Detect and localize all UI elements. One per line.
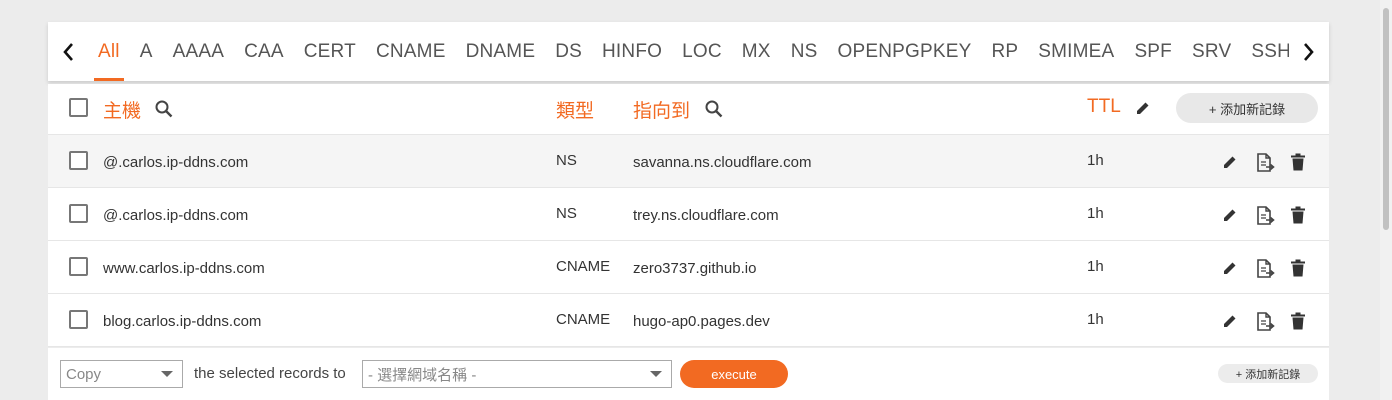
edit-icon[interactable] [1222,207,1238,223]
chevron-down-icon [650,371,662,377]
delete-icon[interactable] [1291,259,1305,277]
tab-aaaa[interactable]: AAAA [163,22,235,81]
ttl-cell: 1h [1087,152,1104,169]
row-checkbox[interactable] [69,257,88,276]
table-row: @.carlos.ip-ddns.com NS trey.ns.cloudflare… [48,188,1329,241]
copy-record-icon[interactable] [1254,152,1276,174]
host-cell: @.carlos.ip-ddns.com [103,207,249,224]
chevron-down-icon [161,371,173,377]
copy-record-icon[interactable] [1254,258,1276,280]
row-checkbox[interactable] [69,151,88,170]
table-header: 主機 類型 指向到 TTL + 添加新記錄 [48,84,1329,135]
copy-record-icon[interactable] [1254,311,1276,333]
select-all-checkbox[interactable] [69,98,88,117]
edit-icon[interactable] [1222,313,1238,329]
execute-button[interactable]: execute [680,360,788,388]
table-row: www.carlos.ip-ddns.com CNAME zero3737.gith… [48,241,1329,294]
delete-icon[interactable] [1291,312,1305,330]
ttl-cell: 1h [1087,258,1104,275]
chevron-left-icon [63,42,73,61]
type-cell: NS [556,205,577,222]
points-to-cell: savanna.ns.cloudflare.com [633,154,812,171]
table-row: @.carlos.ip-ddns.com NS savanna.ns.cloudfl… [48,135,1329,188]
delete-icon[interactable] [1291,206,1305,224]
points-to-cell: trey.ns.cloudflare.com [633,207,779,224]
tab-spf[interactable]: SPF [1124,22,1182,81]
tab-loc[interactable]: LOC [672,22,732,81]
edit-icon[interactable] [1222,260,1238,276]
tab-cert[interactable]: CERT [294,22,366,81]
records-table: 主機 類型 指向到 TTL + 添加新記錄 @.carlos.ip-ddns.c… [48,84,1329,347]
record-type-tabbar: All A AAAA CAA CERT CNAME DNAME DS HINFO LOC MX NS O… [48,22,1329,81]
tab-srv[interactable]: SRV [1182,22,1241,81]
domain-select[interactable]: - 選擇網域名稱 - [362,360,672,388]
tab-openpgpkey[interactable]: OPENPGPKEY [827,22,981,81]
tab-smimea[interactable]: SMIMEA [1028,22,1124,81]
type-cell: CNAME [556,311,611,328]
action-select-value: Copy [66,365,102,383]
points-to-cell: zero3737.github.io [633,260,757,277]
tab-all[interactable]: All [88,22,130,81]
tab-ns[interactable]: NS [781,22,828,81]
tabs-scroll-left-button[interactable] [48,22,88,81]
domain-select-value: - 選擇網域名稱 - [368,366,477,384]
points-to-search-icon[interactable] [704,99,724,119]
ttl-edit-icon[interactable] [1135,100,1151,116]
add-record-button-footer[interactable]: + 添加新記錄 [1218,364,1318,383]
chevron-right-icon [1304,42,1314,61]
bulk-action-label: the selected records to [194,365,346,382]
row-checkbox[interactable] [69,310,88,329]
points-to-header: 指向到 [633,101,691,122]
tab-a[interactable]: A [130,22,163,81]
tab-ds[interactable]: DS [545,22,592,81]
type-cell: CNAME [556,258,611,275]
action-select[interactable]: Copy [60,360,183,388]
tab-dname[interactable]: DNAME [456,22,546,81]
tab-cname[interactable]: CNAME [366,22,456,81]
tab-hinfo[interactable]: HINFO [592,22,672,81]
page-scrollbar[interactable] [1380,0,1392,400]
bulk-action-bar: Copy the selected records to - 選擇網域名稱 - … [48,348,1329,400]
copy-record-icon[interactable] [1254,205,1276,227]
tab-mx[interactable]: MX [732,22,781,81]
host-cell: blog.carlos.ip-ddns.com [103,313,262,330]
row-checkbox[interactable] [69,204,88,223]
tabs-scroll-right-button[interactable] [1289,22,1329,81]
ttl-cell: 1h [1087,311,1104,328]
tab-caa[interactable]: CAA [234,22,294,81]
scrollbar-thumb[interactable] [1383,8,1389,230]
type-header[interactable]: 類型 [556,96,594,123]
points-to-cell: hugo-ap0.pages.dev [633,313,770,330]
add-record-button[interactable]: + 添加新記錄 [1176,93,1318,123]
table-row: blog.carlos.ip-ddns.com CNAME hugo-ap0.pag… [48,294,1329,347]
type-cell: NS [556,152,577,169]
host-cell: @.carlos.ip-ddns.com [103,154,249,171]
edit-icon[interactable] [1222,154,1238,170]
tabs-list: All A AAAA CAA CERT CNAME DNAME DS HINFO LOC MX NS O… [88,22,1329,81]
host-search-icon[interactable] [154,99,174,119]
host-cell: www.carlos.ip-ddns.com [103,260,265,277]
host-header: 主機 [103,101,142,122]
tab-rp[interactable]: RP [981,22,1028,81]
ttl-header: TTL [1087,96,1121,117]
ttl-cell: 1h [1087,205,1104,222]
delete-icon[interactable] [1291,153,1305,171]
